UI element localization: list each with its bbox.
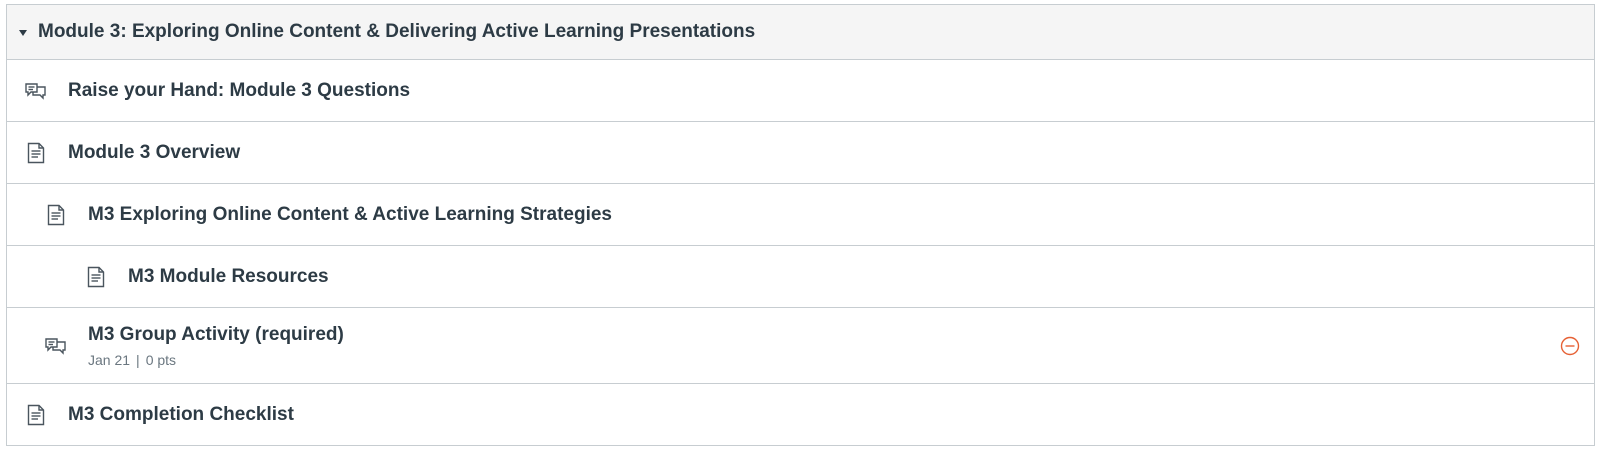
item-link[interactable]: Module 3 Overview	[68, 142, 240, 164]
module-3: Module 3: Exploring Online Content & Del…	[6, 4, 1595, 446]
module-item-overview: Module 3 Overview	[7, 122, 1594, 184]
points: 0 pts	[145, 351, 177, 368]
item-body: M3 Module Resources	[128, 266, 329, 288]
module-item-module-resources: M3 Module Resources	[7, 246, 1594, 308]
module-item-raise-your-hand: Raise your Hand: Module 3 Questions	[7, 60, 1594, 122]
module-item-completion-checklist: M3 Completion Checklist	[7, 384, 1594, 446]
item-details: Jan 21 | 0 pts	[88, 352, 344, 368]
item-body: M3 Completion Checklist	[68, 404, 294, 426]
page-icon	[24, 141, 48, 165]
item-link[interactable]: M3 Group Activity (required)	[88, 324, 344, 346]
page-icon	[84, 265, 108, 289]
item-link[interactable]: M3 Module Resources	[128, 266, 329, 288]
due-date: Jan 21	[88, 351, 131, 368]
item-body: Raise your Hand: Module 3 Questions	[68, 80, 410, 102]
caret-down-icon[interactable]	[19, 29, 27, 36]
item-body: M3 Group Activity (required) Jan 21 | 0 …	[88, 324, 344, 368]
item-body: Module 3 Overview	[68, 142, 240, 164]
page-icon	[44, 203, 68, 227]
minus-circle-icon[interactable]	[1560, 336, 1580, 356]
discussion-icon	[44, 334, 68, 358]
discussion-icon	[24, 79, 48, 103]
page-icon	[24, 403, 48, 427]
item-link[interactable]: M3 Completion Checklist	[68, 404, 294, 426]
module-header[interactable]: Module 3: Exploring Online Content & Del…	[7, 5, 1594, 60]
item-link[interactable]: M3 Exploring Online Content & Active Lea…	[88, 204, 612, 226]
module-title: Module 3: Exploring Online Content & Del…	[38, 21, 756, 42]
module-item-group-activity: M3 Group Activity (required) Jan 21 | 0 …	[7, 308, 1594, 384]
meta-separator: |	[136, 351, 140, 368]
item-body: M3 Exploring Online Content & Active Lea…	[88, 204, 612, 226]
module-item-exploring-online-content: M3 Exploring Online Content & Active Lea…	[7, 184, 1594, 246]
item-link[interactable]: Raise your Hand: Module 3 Questions	[68, 80, 410, 102]
